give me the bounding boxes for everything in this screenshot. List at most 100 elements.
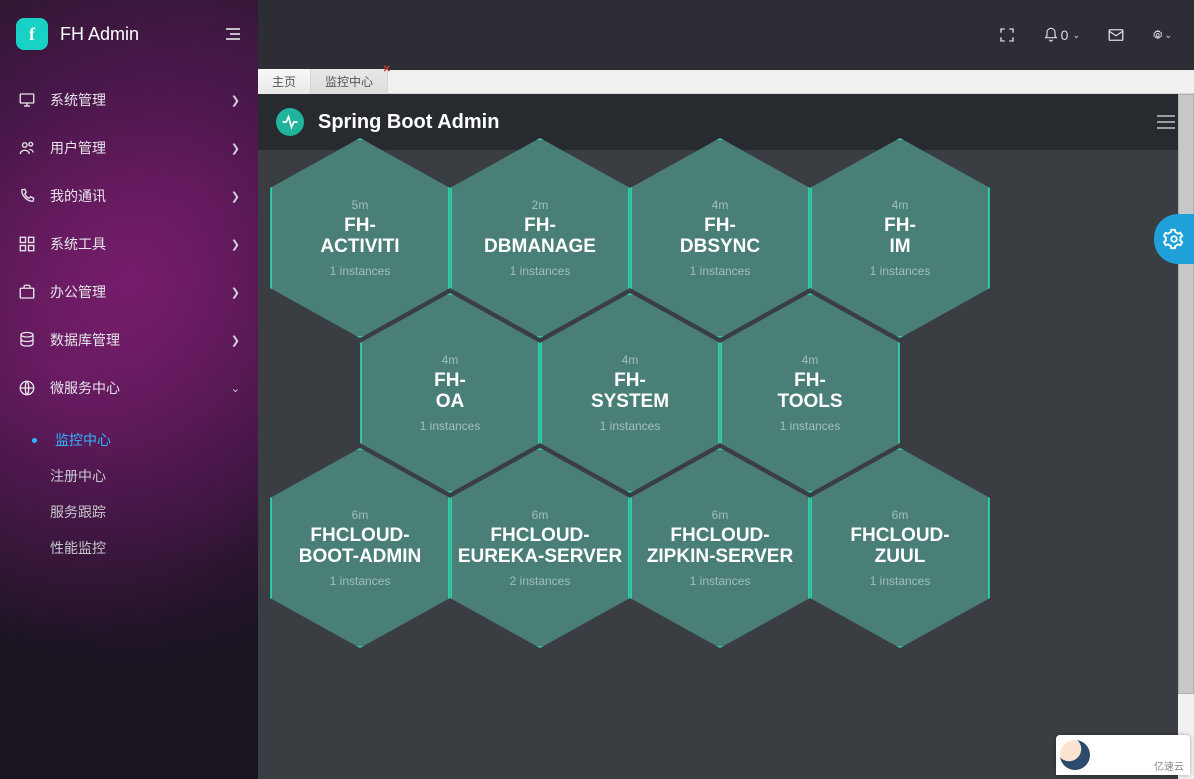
sidebar-item-microservice[interactable]: 微服务中心 ⌄ (0, 364, 258, 412)
hex-service-name: FH- ACTIVITI (320, 216, 399, 258)
hex-service-name: FH- TOOLS (777, 371, 842, 413)
sidebar-nav: 系统管理 ❯ 用户管理 ❯ 我的通讯 ❯ 系统工具 ❯ 办公管理 ❯ 数据库管理… (0, 68, 258, 420)
chevron-right-icon: ❯ (231, 190, 240, 203)
subnav-label: 服务跟踪 (50, 502, 106, 522)
chevron-right-icon: ❯ (231, 334, 240, 347)
bell-icon (1043, 27, 1059, 43)
sidebar-item-my-comm[interactable]: 我的通讯 ❯ (0, 172, 258, 220)
chevron-down-icon: ⌄ (231, 382, 240, 395)
hex-uptime: 4m (712, 198, 729, 212)
monitor-icon (18, 91, 36, 109)
sidebar: f FH Admin 系统管理 ❯ 用户管理 ❯ 我的通讯 ❯ 系统工具 ❯ (0, 0, 258, 779)
hex-instance-count: 1 instances (600, 419, 661, 433)
hex-instance-count: 1 instances (690, 264, 751, 278)
hex-uptime: 4m (892, 198, 909, 212)
phone-icon (18, 187, 36, 205)
sidebar-item-system-tools[interactable]: 系统工具 ❯ (0, 220, 258, 268)
hex-instance-count: 2 instances (510, 574, 571, 588)
subnav-service-trace[interactable]: 服务跟踪 (46, 494, 258, 530)
users-icon (18, 139, 36, 157)
hex-uptime: 6m (352, 508, 369, 522)
subnav-label: 性能监控 (50, 538, 106, 558)
hex-uptime: 5m (352, 198, 369, 212)
subnav-register-center[interactable]: 注册中心 (46, 458, 258, 494)
chevron-down-icon: ⌄ (1072, 30, 1080, 41)
chat-brand: 亿速云 (1154, 758, 1184, 773)
tab-home[interactable]: 主页 (258, 69, 311, 94)
floating-settings-button[interactable] (1154, 214, 1194, 264)
avatar (1060, 740, 1090, 770)
scrollbar-thumb[interactable] (1178, 94, 1194, 694)
chevron-right-icon: ❯ (231, 94, 240, 107)
hex-uptime: 4m (442, 353, 459, 367)
hex-uptime: 4m (802, 353, 819, 367)
sba-frame: Spring Boot Admin 5mFH- ACTIVITI1 instan… (258, 94, 1194, 779)
hex-instance-count: 1 instances (330, 574, 391, 588)
hex-service-name: FHCLOUD- EUREKA-SERVER (458, 526, 622, 568)
mail-icon[interactable] (1106, 25, 1126, 45)
hex-uptime: 6m (532, 508, 549, 522)
subnav-label: 监控中心 (55, 430, 111, 450)
sidebar-item-label: 办公管理 (50, 282, 106, 302)
hex-uptime: 2m (532, 198, 549, 212)
hex-service-name: FHCLOUD- BOOT-ADMIN (299, 526, 421, 568)
sidebar-item-system-manage[interactable]: 系统管理 ❯ (0, 76, 258, 124)
hex-instance-count: 1 instances (690, 574, 751, 588)
subnav-label: 注册中心 (50, 466, 106, 486)
chevron-right-icon: ❯ (231, 238, 240, 251)
chevron-down-icon: ⌄ (1164, 30, 1172, 41)
sidebar-item-label: 微服务中心 (50, 378, 120, 398)
chevron-right-icon: ❯ (231, 142, 240, 155)
hex-service-name: FH- IM (884, 216, 916, 258)
grid-icon (18, 235, 36, 253)
subnav-monitor-center[interactable]: 监控中心 (46, 422, 258, 458)
brand-title: FH Admin (60, 24, 139, 45)
hex-instance-count: 1 instances (870, 264, 931, 278)
tab-label: 监控中心 (325, 75, 373, 89)
hex-uptime: 6m (892, 508, 909, 522)
tabbar: 主页 监控中心✕ (258, 70, 1194, 94)
hex-service-name: FHCLOUD- ZIPKIN-SERVER (647, 526, 793, 568)
sidebar-item-database-manage[interactable]: 数据库管理 ❯ (0, 316, 258, 364)
topbar: 0 ⌄ ⌄ (258, 0, 1194, 70)
sba-logo-icon (276, 108, 304, 136)
sidebar-subnav: 监控中心 注册中心 服务跟踪 性能监控 (0, 420, 258, 574)
sidebar-item-label: 用户管理 (50, 138, 106, 158)
sba-menu-icon[interactable] (1156, 115, 1176, 129)
scrollbar[interactable] (1178, 94, 1194, 779)
notifications-button[interactable]: 0 ⌄ (1043, 27, 1080, 43)
main: 0 ⌄ ⌄ 主页 监控中心✕ Spring Boot Admin 5mFH- A… (258, 0, 1194, 779)
sidebar-toggle-icon[interactable] (224, 27, 242, 41)
settings-button[interactable]: ⌄ (1152, 25, 1172, 45)
gear-icon (1152, 26, 1163, 44)
sidebar-item-label: 数据库管理 (50, 330, 120, 350)
hex-grid: 5mFH- ACTIVITI1 instances2mFH- DBMANAGE1… (258, 150, 1194, 770)
hex-instance-count: 1 instances (510, 264, 571, 278)
briefcase-icon (18, 283, 36, 301)
chevron-right-icon: ❯ (231, 286, 240, 299)
tab-monitor-center[interactable]: 监控中心✕ (311, 69, 388, 94)
hex-service-name: FHCLOUD- ZUUL (850, 526, 949, 568)
hex-instance-count: 1 instances (870, 574, 931, 588)
hex-instance-count: 1 instances (330, 264, 391, 278)
hex-service-name: FH- OA (434, 371, 466, 413)
brand-logo: f (16, 18, 48, 50)
subnav-perf-monitor[interactable]: 性能监控 (46, 530, 258, 566)
chat-widget[interactable]: 亿速云 (1056, 735, 1190, 775)
gear-icon (1163, 228, 1185, 250)
hex-service-name: FH- DBSYNC (680, 216, 760, 258)
sidebar-item-user-manage[interactable]: 用户管理 ❯ (0, 124, 258, 172)
hex-instance-count: 1 instances (420, 419, 481, 433)
sidebar-item-label: 系统管理 (50, 90, 106, 110)
sidebar-item-label: 系统工具 (50, 234, 106, 254)
close-icon[interactable]: ✕ (383, 64, 391, 75)
hex-uptime: 6m (712, 508, 729, 522)
globe-icon (18, 379, 36, 397)
fullscreen-icon[interactable] (997, 25, 1017, 45)
sidebar-item-label: 我的通讯 (50, 186, 106, 206)
brand: f FH Admin (0, 0, 258, 68)
hex-service-name: FH- SYSTEM (591, 371, 669, 413)
hex-uptime: 4m (622, 353, 639, 367)
database-icon (18, 331, 36, 349)
sidebar-item-office-manage[interactable]: 办公管理 ❯ (0, 268, 258, 316)
